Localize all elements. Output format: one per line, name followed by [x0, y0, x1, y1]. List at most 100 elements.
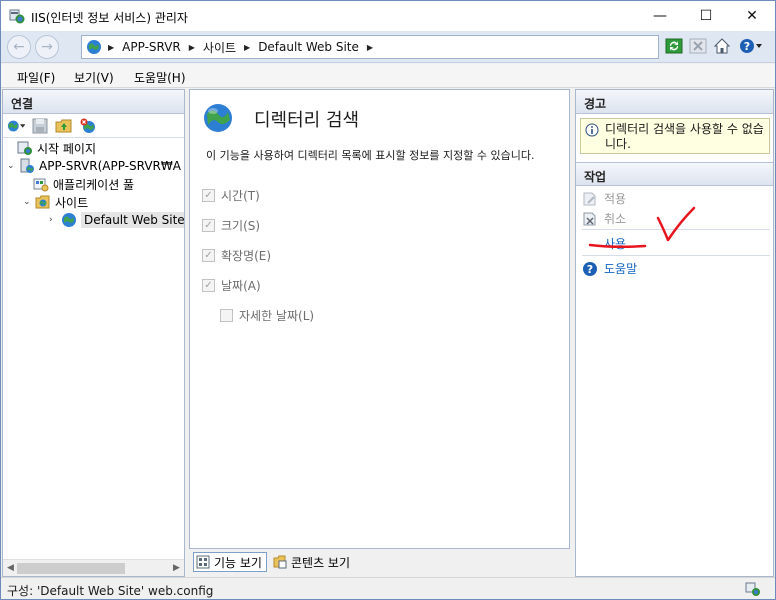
tree-node-app-pools[interactable]: 애플리케이션 풀	[33, 175, 134, 193]
action-label: 도움말	[604, 262, 638, 276]
feature-pane: 디렉터리 검색 이 기능을 사용하여 디렉터리 목록에 표시할 정보를 지정할 …	[189, 89, 570, 549]
alert-text: 디렉터리 검색을 사용할 수 없습니다.	[605, 122, 764, 151]
chevron-down-icon	[756, 44, 762, 48]
scroll-left-icon[interactable]: ◀	[7, 563, 14, 573]
disconnect-icon[interactable]	[79, 117, 97, 135]
save-icon[interactable]	[31, 117, 49, 135]
scroll-right-icon[interactable]: ▶	[173, 563, 180, 573]
breadcrumb-separator-icon: ▶	[188, 42, 195, 52]
start-page-icon	[17, 141, 32, 155]
menu-view[interactable]: 보기(V)	[74, 69, 114, 86]
enable-action[interactable]: 사용	[582, 235, 626, 252]
cancel-action[interactable]: 취소	[582, 210, 626, 227]
tree-label: 사이트	[55, 195, 89, 210]
server-icon	[20, 158, 34, 173]
tree-label: Default Web Site	[81, 212, 184, 228]
breadcrumb-separator-icon: ▶	[108, 42, 115, 52]
action-label: 적용	[604, 192, 627, 206]
refresh-icon[interactable]	[665, 37, 683, 55]
actions-header: 작업	[576, 162, 773, 186]
tree-node-server[interactable]: ⌄ APP-SRVR(APP-SRVR₩A	[7, 157, 181, 175]
action-label: 취소	[604, 212, 627, 226]
option-time: ✓ 시간(T)	[202, 187, 260, 204]
feature-description: 이 기능을 사용하여 디렉터리 목록에 표시할 정보를 지정할 수 있습니다.	[206, 149, 535, 162]
tree-node-sites[interactable]: ⌄ 사이트	[23, 193, 88, 211]
maximize-button[interactable]: ☐	[683, 1, 729, 31]
directory-browsing-globe-icon	[204, 104, 232, 132]
breadcrumb-default-web-site[interactable]: Default Web Site	[258, 40, 359, 54]
cancel-icon	[583, 212, 596, 225]
help-icon: ?	[583, 261, 597, 276]
address-breadcrumb[interactable]: ▶ APP-SRVR ▶ 사이트 ▶ Default Web Site ▶	[81, 35, 659, 59]
connect-globe-icon	[7, 120, 19, 131]
connections-tree: 시작 페이지 ⌄ APP-SRVR(APP-SRVR₩A 애플리케이션 풀 ⌄ …	[3, 138, 184, 548]
content-view-tab[interactable]: 콘텐츠 보기	[271, 552, 354, 572]
expand-chevron-icon[interactable]: ›	[49, 215, 59, 225]
scrollbar-thumb[interactable]	[17, 563, 125, 574]
horizontal-scrollbar[interactable]: ◀ ▶	[3, 559, 184, 576]
sites-folder-icon	[35, 195, 50, 209]
apply-action[interactable]: 적용	[582, 190, 626, 207]
stop-icon[interactable]	[689, 37, 707, 55]
size-checkbox[interactable]: ✓	[202, 219, 215, 232]
connections-pane: 연결 시작 페이지 ⌄ APP-SRVR(APP-SRVR₩A 애플리케이션 풀…	[2, 89, 185, 577]
action-label: 사용	[604, 237, 627, 251]
breadcrumb-separator-icon: ▶	[244, 42, 251, 52]
collapse-chevron-icon[interactable]: ⌄	[23, 197, 33, 207]
connections-toolbar	[3, 114, 184, 138]
iis-manager-window: IIS(인터넷 정보 서비스) 관리자 — ☐ ✕ ← → ▶ APP-SRVR…	[0, 0, 776, 600]
option-long-date: 자세한 날짜(L)	[220, 307, 314, 324]
actions-pane: 경고 디렉터리 검색을 사용할 수 없습니다. 작업 적용 취소 사용 ? 도움…	[575, 89, 774, 577]
forward-arrow-icon: →	[41, 39, 53, 55]
option-label: 크기(S)	[221, 219, 261, 233]
help-dropdown[interactable]: ?	[737, 37, 765, 55]
extension-checkbox[interactable]: ✓	[202, 249, 215, 262]
option-extension: ✓ 확장명(E)	[202, 247, 271, 264]
home-icon[interactable]	[713, 37, 731, 55]
info-icon	[585, 123, 599, 137]
option-date: ✓ 날짜(A)	[202, 277, 261, 294]
tree-node-default-web-site[interactable]: › Default Web Site	[49, 211, 184, 229]
tree-label: APP-SRVR(APP-SRVR₩A	[39, 159, 181, 173]
window-title: IIS(인터넷 정보 서비스) 관리자	[31, 11, 188, 25]
features-view-icon	[196, 555, 210, 569]
svg-text:?: ?	[744, 40, 750, 53]
time-checkbox[interactable]: ✓	[202, 189, 215, 202]
menu-help[interactable]: 도움말(H)	[134, 69, 186, 86]
features-view-tab[interactable]: 기능 보기	[193, 552, 267, 572]
chevron-down-icon	[19, 123, 25, 128]
actions-divider	[582, 229, 770, 230]
alert-message-box: 디렉터리 검색을 사용할 수 없습니다.	[580, 118, 770, 154]
menu-file[interactable]: 파일(F)	[17, 69, 55, 86]
option-label: 시간(T)	[221, 189, 260, 203]
title-bar: IIS(인터넷 정보 서비스) 관리자 — ☐ ✕	[1, 1, 775, 31]
up-folder-icon[interactable]	[55, 117, 73, 135]
enable-icon-placeholder	[582, 236, 598, 252]
minimize-button[interactable]: —	[637, 1, 683, 31]
tree-node-start-page[interactable]: 시작 페이지	[17, 139, 96, 157]
collapse-chevron-icon[interactable]: ⌄	[7, 161, 17, 171]
status-text: 구성: 'Default Web Site' web.config	[7, 584, 214, 598]
breadcrumb-server[interactable]: APP-SRVR	[122, 40, 181, 54]
long-date-checkbox[interactable]	[220, 309, 233, 322]
breadcrumb-sites[interactable]: 사이트	[203, 39, 236, 56]
apply-icon	[583, 192, 596, 205]
option-label: 자세한 날짜(L)	[239, 309, 315, 323]
option-label: 날짜(A)	[221, 279, 261, 293]
app-pool-icon	[33, 178, 49, 192]
date-checkbox[interactable]: ✓	[202, 279, 215, 292]
iis-app-icon	[9, 9, 25, 24]
connect-dropdown[interactable]	[7, 117, 25, 135]
tab-label: 기능 보기	[214, 555, 262, 570]
globe-icon	[62, 213, 76, 227]
forward-button[interactable]: →	[35, 35, 59, 59]
close-icon: ✕	[746, 8, 758, 24]
help-icon: ?	[740, 39, 754, 53]
svg-text:?: ?	[587, 263, 593, 276]
view-switcher: 기능 보기 콘텐츠 보기	[189, 550, 570, 574]
close-button[interactable]: ✕	[729, 1, 775, 31]
help-action[interactable]: ? 도움말	[582, 260, 637, 277]
feature-title: 디렉터리 검색	[254, 110, 360, 131]
back-button[interactable]: ←	[7, 35, 31, 59]
actions-divider	[582, 255, 770, 256]
